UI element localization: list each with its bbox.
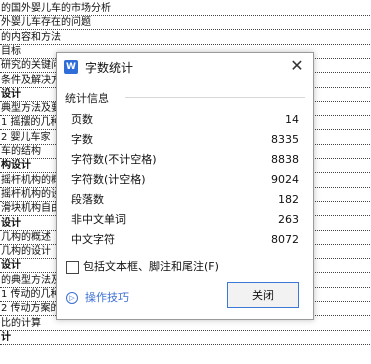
include-textboxes-checkbox[interactable] [66,261,79,274]
stat-row-words: 字数 8335 [71,131,299,149]
document-line[interactable]: 计 [0,331,371,345]
stat-label: 页数 [71,113,93,126]
wps-app-icon: W [64,60,78,74]
stat-value: 9024 [271,173,299,186]
stat-label: 中文字符 [71,233,115,246]
stat-value: 8838 [271,153,299,166]
stat-row-non-chinese-words: 非中文单词 263 [71,211,299,229]
stat-row-pages: 页数 14 [71,111,299,129]
stat-value: 263 [278,213,299,226]
stat-value: 8072 [271,233,299,246]
document-line[interactable]: 的内容和方法 [0,31,371,45]
stat-label: 段落数 [71,193,104,206]
document-line[interactable]: 的国外婴儿车的市场分析 [0,2,371,16]
statistics-group-label: 统计信息 [65,92,109,105]
close-button[interactable]: 关闭 [227,282,299,308]
dialog-titlebar[interactable]: W 字数统计 ✕ [57,53,313,81]
stat-row-chars-no-spaces: 字符数(不计空格) 8838 [71,151,299,169]
dialog-title: 字数统计 [85,61,134,75]
group-divider [125,97,305,98]
stat-label: 非中文单词 [71,213,126,226]
play-circle-icon: ▷ [66,292,78,304]
close-icon[interactable]: ✕ [287,56,307,76]
word-count-dialog: W 字数统计 ✕ 统计信息 页数 14 字数 8335 字符数(不计空格) 88… [56,52,314,320]
stat-value: 8335 [271,133,299,146]
stat-row-chinese-chars: 中文字符 8072 [71,231,299,249]
tips-label[interactable]: 操作技巧 [85,290,129,306]
stat-row-chars-with-spaces: 字符数(计空格) 9024 [71,171,299,189]
stat-value: 182 [278,193,299,206]
stat-value: 14 [285,113,299,126]
stat-label: 字符数(不计空格) [71,153,157,166]
document-line[interactable]: 外婴儿车存在的问题 [0,16,371,31]
stat-label: 字符数(计空格) [71,173,146,186]
stat-row-paragraphs: 段落数 182 [71,191,299,209]
include-textboxes-label[interactable]: 包括文本框、脚注和尾注(F) [83,259,219,275]
stat-label: 字数 [71,133,93,146]
